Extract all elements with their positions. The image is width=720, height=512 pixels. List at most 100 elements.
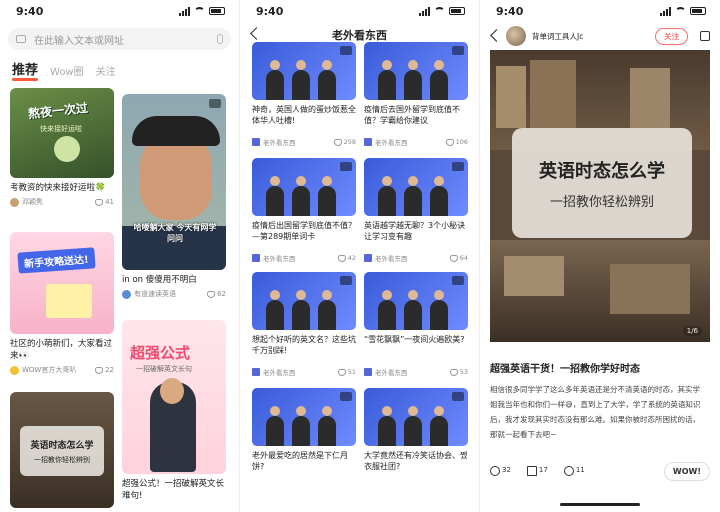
channel-name[interactable]: 老外看东西 — [263, 367, 296, 377]
video-thumbnail[interactable] — [364, 388, 468, 446]
channel-logo-icon[interactable] — [252, 254, 260, 262]
video-title[interactable]: 想起个好听的英文名？这些坑千万别踩! — [252, 334, 356, 367]
card-overlay: 英语时态怎么学 一招教你轻松辨别 — [20, 426, 104, 476]
follow-button[interactable]: 关注 — [655, 27, 688, 45]
wifi-icon — [434, 7, 445, 15]
author-avatar[interactable] — [506, 26, 526, 46]
card-image[interactable]: 超强公式 一招破解英文长句 — [122, 320, 226, 474]
video-card[interactable]: 大学竟然还有冷笑话协会、쨌衣服社团? — [364, 388, 468, 483]
channel-name[interactable]: 老外看东西 — [375, 253, 408, 263]
video-title[interactable]: 英语越学越无聊？3个小秘诀让学习变有趣 — [364, 220, 468, 253]
video-thumbnail[interactable] — [364, 158, 468, 216]
comment-icon[interactable] — [563, 466, 574, 476]
channel-name[interactable]: 老外看东西 — [375, 137, 408, 147]
heart-icon[interactable] — [333, 138, 342, 146]
heart-icon[interactable] — [337, 254, 346, 262]
video-card[interactable]: 英语越学越无聊？3个小秘诀让学习变有趣 老外看东西 64 — [364, 158, 468, 263]
avatar[interactable] — [10, 365, 19, 375]
video-card[interactable]: 疫情后出国留学到底值不值？—第289期单词卡 老外看东西 42 — [252, 158, 356, 263]
camera-icon[interactable] — [16, 35, 26, 43]
heart-icon[interactable] — [207, 290, 216, 298]
like-count: 32 — [502, 466, 511, 474]
card-image[interactable]: 哈喽躺大家 今天有网学问问 — [122, 94, 226, 270]
video-thumbnail[interactable] — [252, 388, 356, 446]
heart-icon[interactable] — [445, 138, 454, 146]
author-name[interactable]: WOW官方大哥叭 — [22, 365, 76, 375]
video-thumbnail[interactable] — [364, 42, 468, 100]
heart-icon[interactable] — [337, 368, 346, 376]
microphone-icon[interactable] — [217, 34, 223, 44]
heart-icon[interactable] — [95, 366, 104, 374]
author-name[interactable]: 邓颖隽 — [22, 197, 43, 207]
heart-icon[interactable] — [449, 368, 458, 376]
avatar[interactable] — [10, 197, 19, 207]
channel-name[interactable]: 老外看东西 — [375, 367, 408, 377]
video-title[interactable]: 老外最爱吃的居然是下仁月饼? — [252, 450, 356, 483]
feed-card[interactable]: 英语时态怎么学 一招教你轻松辨别 — [10, 392, 114, 508]
video-card[interactable]: “雪花飘飘”一夜间火遍欧美? 老外看东西 53 — [364, 272, 468, 377]
like-icon[interactable] — [490, 466, 500, 476]
video-card[interactable]: 神奇，英国人做的蛋炒饭惹全体华人吐槽! 老外看东西 258 — [252, 42, 356, 147]
card-title[interactable]: 社区的小萌新们，大家看过来👀 — [10, 338, 114, 362]
search-input[interactable]: 在此输入文本或网址 — [34, 32, 124, 47]
card-image-text: 超强公式 — [130, 344, 191, 362]
card-meta: WOW官方大哥叭 22 — [10, 365, 114, 375]
person-hair — [132, 116, 220, 146]
back-arrow-icon[interactable] — [490, 29, 503, 42]
author-name[interactable]: 有道速读英语 — [134, 289, 176, 299]
channel-logo-icon[interactable] — [364, 138, 372, 146]
channel-name[interactable]: 老外看东西 — [263, 253, 296, 263]
feed-card[interactable]: 熬夜一次过 快来接好运啦 考教资的快来接好运啦🍀 邓颖隽 41 — [10, 88, 114, 207]
video-card[interactable]: 想起个好听的英文名？这些坑千万别踩! 老外看东西 51 — [252, 272, 356, 377]
post-image[interactable]: 英语时态怎么学 一招教你轻松辨别 1/6 — [490, 50, 710, 342]
avatar[interactable] — [122, 289, 131, 299]
feed-card[interactable]: 超强公式 一招破解英文长句 超强公式！一招破解英文长难句! — [122, 320, 226, 502]
video-icon — [452, 276, 464, 285]
presenter-figure — [318, 186, 336, 216]
heart-icon[interactable] — [449, 254, 458, 262]
card-title[interactable]: in on 傻傻用不明白 — [122, 274, 226, 286]
feed-card[interactable]: 新手攻略送达! 社区的小萌新们，大家看过来👀 WOW官方大哥叭 22 — [10, 232, 114, 375]
card-title[interactable]: 超强公式！一招破解英文长难句! — [122, 478, 226, 502]
feed-tabs: 推荐 Wow圈 关注 — [0, 50, 239, 81]
video-title[interactable]: 疫情后去国外留学到底值不值？学霸给你建议 — [364, 104, 468, 137]
battery-icon — [209, 7, 225, 15]
presenter-figure — [266, 300, 284, 330]
author-name[interactable]: 背单词工具人Jc — [532, 32, 583, 41]
video-meta: 老外看东西 64 — [364, 253, 468, 263]
search-bar[interactable]: 在此输入文本或网址 — [8, 28, 231, 50]
share-icon[interactable] — [700, 31, 710, 41]
person-face — [160, 378, 184, 404]
video-thumbnail[interactable] — [252, 272, 356, 330]
presenter-head — [296, 406, 306, 416]
card-image[interactable]: 熬夜一次过 快来接好运啦 — [10, 88, 114, 178]
card-image[interactable]: 新手攻略送达! — [10, 232, 114, 334]
tab-follow[interactable]: 关注 — [96, 63, 116, 78]
like-count: 22 — [105, 366, 114, 374]
video-thumbnail[interactable] — [252, 158, 356, 216]
video-title[interactable]: 神奇，英国人做的蛋炒饭惹全体华人吐槽! — [252, 104, 356, 137]
video-title[interactable]: 疫情后出国留学到底值不值？—第289期单词卡 — [252, 220, 356, 253]
video-meta: 老外看东西 258 — [252, 137, 356, 147]
channel-logo-icon[interactable] — [252, 368, 260, 376]
video-card[interactable]: 老外最爱吃的居然是下仁月饼? — [252, 388, 356, 483]
tab-wow-circle[interactable]: Wow圈 — [50, 63, 84, 78]
wow-button[interactable]: WOW! — [663, 461, 710, 481]
video-title[interactable]: 大学竟然还有冷笑话协会、쨌衣服社团? — [364, 450, 468, 483]
card-title[interactable]: 考教资的快来接好运啦🍀 — [10, 182, 114, 194]
card-image[interactable]: 英语时态怎么学 一招教你轻松辨别 — [10, 392, 114, 508]
video-card[interactable]: 疫情后去国外留学到底值不值？学霸给你建议 老外看东西 106 — [364, 42, 468, 147]
channel-logo-icon[interactable] — [364, 368, 372, 376]
overlay-subtitle: 一招教你轻松辨别 — [549, 194, 654, 210]
back-arrow-icon[interactable] — [250, 27, 263, 40]
heart-icon[interactable] — [95, 198, 104, 206]
video-thumbnail[interactable] — [252, 42, 356, 100]
tab-recommend[interactable]: 推荐 — [12, 59, 39, 81]
channel-logo-icon[interactable] — [252, 138, 260, 146]
video-thumbnail[interactable] — [364, 272, 468, 330]
channel-name[interactable]: 老外看东西 — [263, 137, 296, 147]
collect-icon[interactable] — [526, 466, 537, 476]
feed-card[interactable]: 哈喽躺大家 今天有网学问问 in on 傻傻用不明白 有道速读英语 62 — [122, 94, 226, 299]
channel-logo-icon[interactable] — [364, 254, 372, 262]
video-title[interactable]: “雪花飘飘”一夜间火遍欧美? — [364, 334, 468, 367]
